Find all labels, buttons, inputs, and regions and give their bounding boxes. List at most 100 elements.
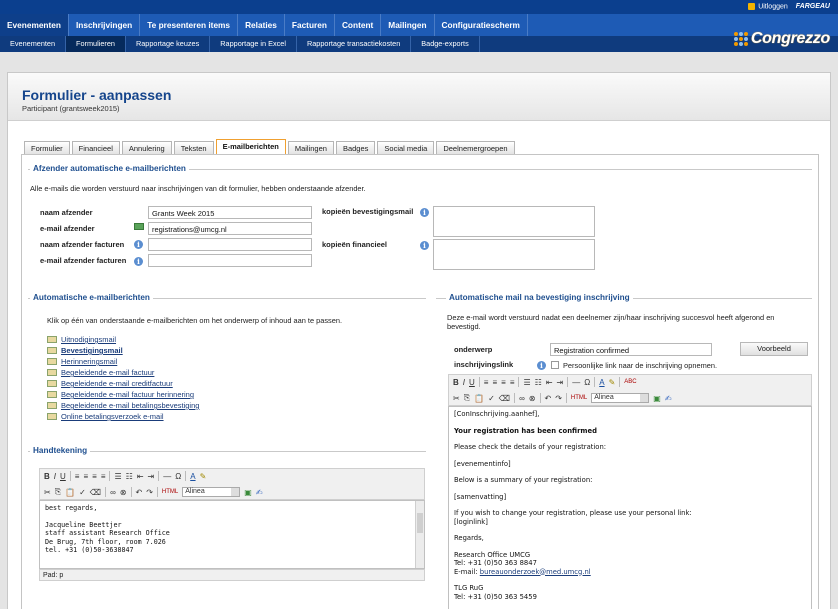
sender-name-input[interactable]: Grants Week 2015 [148, 206, 312, 219]
link-uitnodigingsmail[interactable]: Uitnodigingsmail [61, 335, 116, 344]
copy-confirm-textarea[interactable] [433, 206, 595, 237]
info-icon[interactable]: i [134, 257, 143, 266]
align-left-icon[interactable]: ≡ [484, 378, 489, 387]
font-color-icon[interactable]: A [190, 472, 195, 481]
html-icon[interactable]: HTML [162, 489, 178, 495]
mainnav-relaties[interactable]: Relaties [238, 14, 285, 36]
subnav-evenementen[interactable]: Evenementen [0, 36, 67, 52]
copy-icon[interactable]: ⎘ [464, 393, 470, 403]
info-icon[interactable]: i [537, 361, 546, 370]
mainnav-inschrijvingen[interactable]: Inschrijvingen [69, 14, 141, 36]
unlink-icon[interactable]: ⊗ [529, 394, 536, 403]
mainnav-evenementen[interactable]: Evenementen [0, 14, 69, 36]
link-factuur[interactable]: Begeleidende e-mail factuur [61, 368, 154, 377]
preview-button[interactable]: Voorbeeld [740, 342, 808, 356]
tab-emailberichten[interactable]: E-mailberichten [215, 139, 286, 154]
undo-icon[interactable]: ↶ [545, 394, 552, 403]
copy-financial-textarea[interactable] [433, 239, 595, 270]
sender-email-input[interactable]: registrations@umcg.nl [148, 222, 312, 235]
format-select[interactable]: Alinea [182, 487, 241, 497]
link-icon[interactable]: ∞ [519, 394, 525, 403]
italic-icon[interactable]: I [54, 472, 56, 481]
justify-icon[interactable]: ≡ [101, 472, 106, 481]
link-betalingsbevestiging[interactable]: Begeleidende e-mail betalingsbevestiging [61, 401, 199, 410]
undo-icon[interactable]: ↶ [136, 488, 143, 497]
mainnav-facturen[interactable]: Facturen [285, 14, 335, 36]
omega-icon[interactable]: Ω [175, 472, 181, 481]
omega-icon[interactable]: Ω [584, 378, 590, 387]
confirm-editor[interactable]: [ConInschrijving.aanhef], Your registrat… [448, 406, 812, 609]
number-list-icon[interactable]: ☷ [535, 378, 542, 387]
invoice-email-input[interactable] [148, 254, 312, 267]
tab-financieel[interactable]: Financieel [71, 141, 120, 154]
tab-badges[interactable]: Badges [335, 141, 376, 154]
justify-icon[interactable]: ≡ [510, 378, 515, 387]
paste-icon[interactable]: 📋 [474, 394, 484, 403]
cut-icon[interactable]: ✂ [453, 394, 460, 403]
link-herinneringsmail[interactable]: Herinneringsmail [61, 357, 117, 366]
mainnav-content[interactable]: Content [335, 14, 382, 36]
indent-icon[interactable]: ⇥ [148, 472, 155, 481]
html-icon[interactable]: HTML [571, 395, 587, 401]
mainnav-te-presenteren-items[interactable]: Te presenteren items [140, 14, 239, 36]
align-center-icon[interactable]: ≡ [83, 472, 88, 481]
unlink-icon[interactable]: ⊗ [120, 488, 127, 497]
underline-icon[interactable]: U [60, 472, 66, 481]
link-betalingsverzoek[interactable]: Online betalingsverzoek e-mail [61, 412, 164, 421]
highlight-icon[interactable]: ✎ [609, 378, 616, 387]
align-left-icon[interactable]: ≡ [75, 472, 80, 481]
indent-icon[interactable]: ⇥ [557, 378, 564, 387]
tab-deelnemergroepen[interactable]: Deelnemergroepen [436, 141, 515, 154]
align-center-icon[interactable]: ≡ [492, 378, 497, 387]
link-factuur-herinnering[interactable]: Begeleidende e-mail factuur herinnering [61, 390, 194, 399]
email-link[interactable]: bureauonderzoek@med.umcg.nl [480, 568, 591, 576]
personal-link-checkbox[interactable] [551, 361, 559, 369]
subject-input[interactable]: Registration confirmed [550, 343, 712, 356]
outdent-icon[interactable]: ⇤ [137, 472, 144, 481]
subnav-formulieren[interactable]: Formulieren [66, 36, 126, 52]
font-color-icon[interactable]: A [599, 378, 604, 387]
edit-icon[interactable]: ✍ [256, 488, 263, 497]
mainnav-configuratiescherm[interactable]: Configuratiescherm [435, 14, 528, 36]
highlight-icon[interactable]: ✎ [200, 472, 207, 481]
logout-link[interactable]: Uitloggen [748, 3, 788, 10]
subnav-rapportage-excel[interactable]: Rapportage in Excel [210, 36, 297, 52]
subnav-badge-exports[interactable]: Badge-exports [411, 36, 480, 52]
redo-icon[interactable]: ↷ [555, 394, 562, 403]
scrollbar[interactable] [415, 501, 424, 568]
tab-social-media[interactable]: Social media [377, 141, 435, 154]
bullet-list-icon[interactable]: ☰ [523, 378, 530, 387]
eraser-icon[interactable]: ⌫ [90, 488, 101, 497]
image-icon[interactable]: ▣ [244, 488, 252, 497]
tab-mailingen[interactable]: Mailingen [287, 141, 334, 154]
link-icon[interactable]: ∞ [110, 488, 116, 497]
info-icon[interactable]: i [420, 241, 429, 250]
paste-icon[interactable]: 📋 [65, 488, 75, 497]
edit-icon[interactable]: ✍ [665, 394, 672, 403]
spellcheck-icon[interactable]: ABC [624, 379, 636, 385]
hr-icon[interactable]: — [163, 472, 171, 481]
hr-icon[interactable]: — [572, 378, 580, 387]
image-icon[interactable]: ▣ [653, 394, 661, 403]
clean-icon[interactable]: ✓ [79, 488, 86, 497]
bold-icon[interactable]: B [453, 378, 459, 387]
italic-icon[interactable]: I [463, 378, 465, 387]
info-icon[interactable]: i [134, 240, 143, 249]
clean-icon[interactable]: ✓ [488, 394, 495, 403]
align-right-icon[interactable]: ≡ [92, 472, 97, 481]
outdent-icon[interactable]: ⇤ [546, 378, 553, 387]
tab-annulering[interactable]: Annulering [121, 141, 172, 154]
tab-formulier[interactable]: Formulier [24, 141, 70, 154]
mainnav-mailingen[interactable]: Mailingen [381, 14, 435, 36]
link-bevestigingsmail[interactable]: Bevestigingsmail [61, 346, 123, 355]
bullet-list-icon[interactable]: ☰ [114, 472, 121, 481]
signature-editor[interactable]: best regards, Jacqueline Beettjer staff … [39, 500, 425, 569]
info-icon[interactable]: i [420, 208, 429, 217]
cut-icon[interactable]: ✂ [44, 488, 51, 497]
copy-icon[interactable]: ⎘ [55, 487, 61, 497]
invoice-name-input[interactable] [148, 238, 312, 251]
redo-icon[interactable]: ↷ [146, 488, 153, 497]
number-list-icon[interactable]: ☷ [126, 472, 133, 481]
subnav-rapportage-keuzes[interactable]: Rapportage keuzes [126, 36, 211, 52]
bold-icon[interactable]: B [44, 472, 50, 481]
